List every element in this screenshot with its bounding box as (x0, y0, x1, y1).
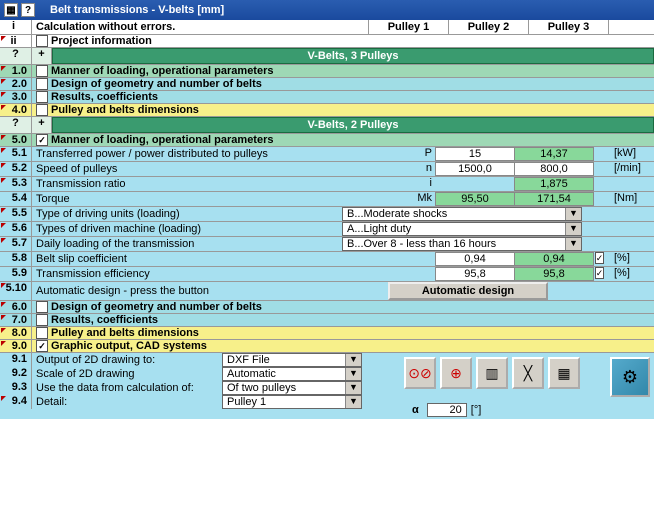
chevron-down-icon[interactable]: ▼ (345, 396, 361, 408)
torque-p1: 95,50 (435, 192, 515, 206)
ck-eff[interactable]: ✓ (595, 267, 605, 279)
ck-7-0[interactable] (36, 314, 48, 326)
eff-p1[interactable]: 95,8 (435, 267, 515, 281)
dd-scale-2d[interactable]: Automatic▼ (222, 367, 362, 381)
draw-pulley-icon[interactable]: ⊕ (440, 357, 472, 389)
ck-9-0[interactable]: ✓ (36, 340, 48, 352)
dd-driven-machine[interactable]: A...Light duty▼ (342, 222, 582, 236)
chevron-down-icon[interactable]: ▼ (565, 238, 581, 250)
chevron-down-icon[interactable]: ▼ (565, 223, 581, 235)
ck-slip[interactable]: ✓ (595, 252, 605, 264)
col-pulley1: Pulley 1 (368, 20, 448, 34)
status-row: i Calculation without errors. Pulley 1 P… (0, 20, 654, 35)
expand-3p[interactable]: + (32, 48, 52, 64)
torque-p2: 171,54 (514, 192, 594, 206)
ratio: 1,875 (514, 177, 594, 191)
automatic-design-button[interactable]: Automatic design (388, 282, 548, 300)
chevron-down-icon[interactable]: ▼ (345, 368, 361, 380)
ck-8-0[interactable] (36, 327, 48, 339)
slip-p2: 0,94 (514, 252, 594, 266)
help-icon[interactable]: ? (21, 3, 35, 17)
project-checkbox[interactable] (36, 35, 48, 47)
ck-1-0[interactable] (36, 65, 48, 77)
draw-schematic-icon[interactable]: ⊙⊘ (404, 357, 436, 389)
ck-6-0[interactable] (36, 301, 48, 313)
help-2p[interactable]: ? (0, 117, 32, 133)
app-icon[interactable]: ▦ (4, 3, 18, 17)
alpha-input[interactable]: 20 (427, 403, 467, 417)
band-3pulleys: ? + V-Belts, 3 Pulleys (0, 48, 654, 65)
power-p1[interactable]: 15 (435, 147, 515, 161)
alpha-label: α (404, 404, 427, 416)
chevron-down-icon[interactable]: ▼ (565, 208, 581, 220)
speed-p1[interactable]: 1500,0 (435, 162, 515, 176)
project-row: ii Project information (0, 35, 654, 48)
eff-p2: 95,8 (514, 267, 594, 281)
band-2pulleys: ? + V-Belts, 2 Pulleys (0, 117, 654, 134)
col-pulley2: Pulley 2 (448, 20, 528, 34)
draw-belt2-icon[interactable]: ╳ (512, 357, 544, 389)
dd-data-from[interactable]: Of two pulleys▼ (222, 381, 362, 395)
chevron-down-icon[interactable]: ▼ (345, 382, 361, 394)
help-3p[interactable]: ? (0, 48, 32, 64)
dd-output-2d[interactable]: DXF File▼ (222, 353, 362, 367)
ck-2-0[interactable] (36, 78, 48, 90)
power-p2: 14,37 (514, 147, 594, 161)
col-pulley3: Pulley 3 (528, 20, 608, 34)
dd-daily-loading[interactable]: B...Over 8 - less than 16 hours▼ (342, 237, 582, 251)
ck-4-0[interactable] (36, 104, 48, 116)
expand-2p[interactable]: + (32, 117, 52, 133)
dd-detail[interactable]: Pulley 1▼ (222, 395, 362, 409)
3d-view-icon[interactable]: ⚙ (610, 357, 650, 397)
window-title: Belt transmissions - V-belts [mm] (50, 4, 224, 16)
title-bar: ▦ ? Belt transmissions - V-belts [mm] (0, 0, 654, 20)
draw-belt1-icon[interactable]: ▥ (476, 357, 508, 389)
dd-driving-units[interactable]: B...Moderate shocks▼ (342, 207, 582, 221)
draw-belt3-icon[interactable]: ▦ (548, 357, 580, 389)
chevron-down-icon[interactable]: ▼ (345, 354, 361, 366)
speed-p2[interactable]: 800,0 (514, 162, 594, 176)
ck-5-0[interactable]: ✓ (36, 134, 48, 146)
slip-p1[interactable]: 0,94 (435, 252, 515, 266)
ck-3-0[interactable] (36, 91, 48, 103)
